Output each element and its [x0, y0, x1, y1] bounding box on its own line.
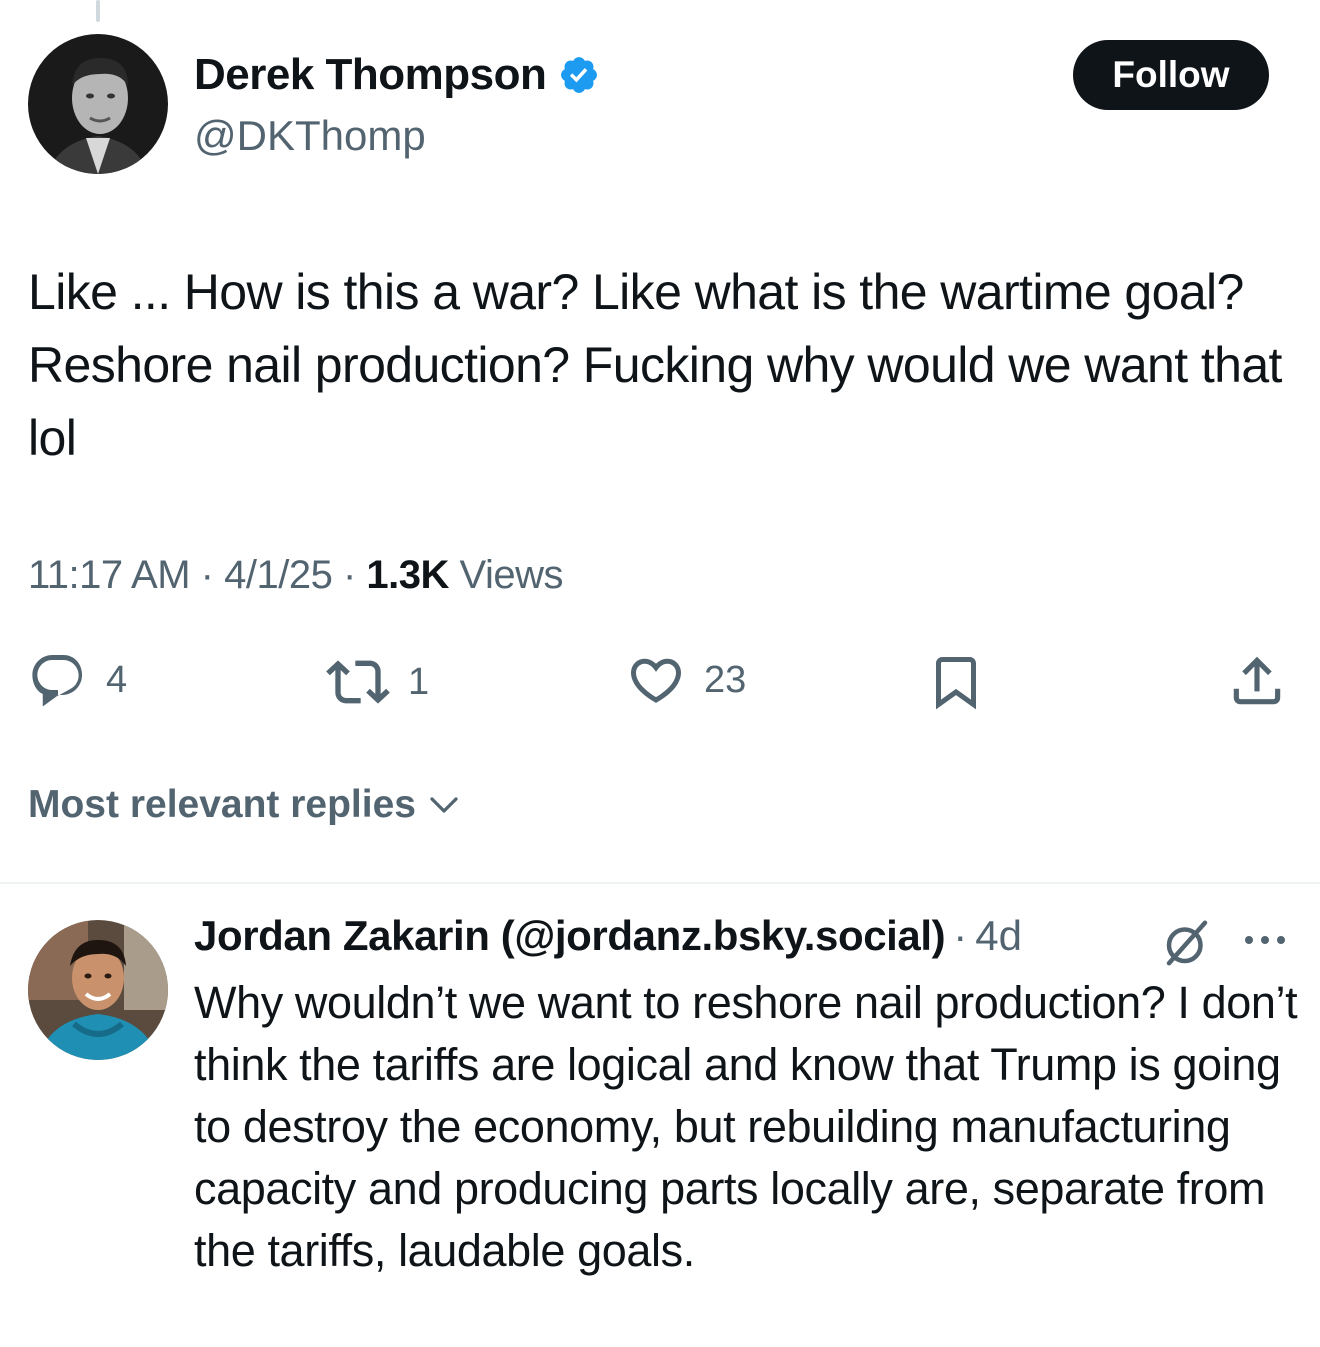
- share-icon[interactable]: [1226, 650, 1288, 712]
- like-icon[interactable]: [626, 650, 686, 710]
- more-icon[interactable]: [1242, 930, 1288, 950]
- reply-text: Why wouldn’t we want to reshore nail pro…: [194, 977, 1298, 1276]
- reply-action[interactable]: 4: [28, 650, 127, 710]
- meta-separator: ·: [200, 553, 214, 597]
- chevron-down-icon[interactable]: [426, 787, 462, 823]
- bookmark-action[interactable]: [926, 650, 986, 714]
- grok-icon[interactable]: [1160, 916, 1214, 970]
- reply-author-name[interactable]: Jordan Zakarin (@jordanz.bsky.social): [194, 912, 946, 960]
- bookmark-icon[interactable]: [926, 650, 986, 714]
- reply-separator: ·: [953, 912, 968, 959]
- like-count: 23: [704, 658, 747, 701]
- share-action[interactable]: [1226, 650, 1288, 712]
- reply-count: 4: [106, 658, 128, 701]
- thread-connector-line: [96, 0, 100, 22]
- like-action[interactable]: 23: [626, 650, 746, 710]
- follow-button[interactable]: Follow: [1073, 40, 1269, 110]
- reply-icon[interactable]: [28, 650, 88, 710]
- verified-badge-icon[interactable]: [558, 54, 600, 96]
- replies-sort-label[interactable]: Most relevant replies: [28, 783, 416, 827]
- repost-action[interactable]: 1: [326, 650, 429, 714]
- views-count: 1.3K: [366, 553, 449, 597]
- tweet-metadata: 11:17 AM · 4/1/25 · 1.3K Views: [28, 553, 564, 598]
- author-handle[interactable]: @DKThomp: [194, 112, 426, 160]
- author-avatar[interactable]: [28, 34, 168, 174]
- meta-separator: ·: [342, 553, 356, 597]
- tweet-text: Like ... How is this a war? Like what is…: [28, 264, 1282, 466]
- repost-icon[interactable]: [326, 650, 390, 714]
- reply-time[interactable]: 4d: [975, 912, 1022, 960]
- author-name[interactable]: Derek Thompson: [194, 50, 600, 100]
- tweet-time[interactable]: 11:17 AM: [28, 553, 191, 597]
- reply-header: Jordan Zakarin (@jordanz.bsky.social) · …: [194, 912, 1022, 960]
- views-label: Views: [459, 553, 564, 597]
- repost-count: 1: [408, 660, 430, 703]
- author-name-text[interactable]: Derek Thompson: [194, 50, 547, 100]
- reply-author-avatar[interactable]: [28, 920, 168, 1060]
- tweet-date[interactable]: 4/1/25: [224, 553, 333, 597]
- section-divider: [0, 882, 1320, 884]
- replies-sort-dropdown[interactable]: Most relevant replies: [28, 783, 462, 827]
